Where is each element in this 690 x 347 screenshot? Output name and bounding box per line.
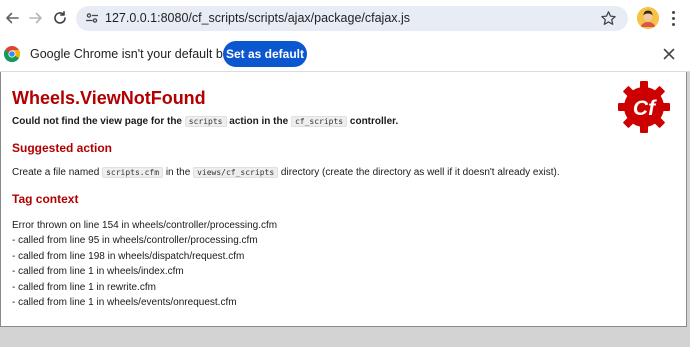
address-bar[interactable]: 127.0.0.1:8080/cf_scripts/scripts/ajax/p… — [76, 6, 628, 31]
controller-name-code: cf_scripts — [290, 116, 348, 127]
reload-icon[interactable] — [50, 8, 70, 28]
stack-trace-line: Error thrown on line 154 in wheels/contr… — [12, 220, 278, 231]
browser-toolbar: 127.0.0.1:8080/cf_scripts/scripts/ajax/p… — [0, 0, 690, 36]
profile-avatar-icon[interactable] — [637, 7, 659, 29]
error-panel: Wheels.ViewNotFound Could not find the v… — [0, 72, 687, 327]
stack-trace-line: - called from line 1 in rewrite.cfm — [12, 281, 156, 293]
forward-arrow-icon[interactable] — [26, 8, 46, 28]
set-as-default-button[interactable]: Set as default — [223, 41, 307, 67]
chrome-logo-icon — [3, 46, 21, 62]
stack-trace-line: - called from line 198 in wheels/dispatc… — [12, 250, 245, 262]
back-arrow-icon[interactable] — [2, 8, 22, 28]
logo-text: Cf — [633, 97, 657, 120]
tag-context-heading: Tag context — [12, 192, 79, 206]
description-text-3: controller. — [347, 116, 399, 127]
error-title: Wheels.ViewNotFound — [12, 88, 206, 108]
bookmark-star-icon[interactable] — [600, 10, 617, 27]
stack-trace-line: - called from line 95 in wheels/controll… — [12, 235, 258, 247]
description-text-1: Could not find the view page for the — [12, 116, 185, 127]
stack-trace-line: - called from line 1 in wheels/events/on… — [12, 297, 237, 309]
file-name-code: scripts.cfm — [102, 167, 164, 178]
action-name-code: scripts — [184, 116, 227, 127]
address-url[interactable]: 127.0.0.1:8080/cf_scripts/scripts/ajax/p… — [105, 6, 410, 31]
cfwheels-logo-icon: Cf — [618, 81, 670, 133]
stack-trace-list: Error thrown on line 154 in wheels/contr… — [12, 218, 277, 310]
directory-code: views/cf_scripts — [193, 167, 279, 178]
suggestion-text-3: directory (create the directory as well … — [278, 167, 560, 178]
suggestion-text-2: in the — [163, 167, 194, 178]
page-viewport: Wheels.ViewNotFound Could not find the v… — [0, 72, 690, 347]
default-browser-infobar: Google Chrome isn't your default browser… — [0, 36, 690, 72]
suggestion-text-1: Create a file named — [12, 167, 103, 178]
more-menu-icon[interactable] — [664, 9, 684, 27]
error-description: Could not find the view page for the scr… — [12, 116, 398, 127]
stack-trace-line: - called from line 1 in wheels/index.cfm — [12, 266, 184, 278]
description-text-2: action in the — [226, 116, 291, 127]
suggested-action-text: Create a file named scripts.cfm in the v… — [12, 167, 560, 178]
close-icon[interactable] — [661, 46, 677, 62]
suggested-action-heading: Suggested action — [12, 141, 113, 155]
site-info-icon[interactable] — [85, 11, 99, 25]
